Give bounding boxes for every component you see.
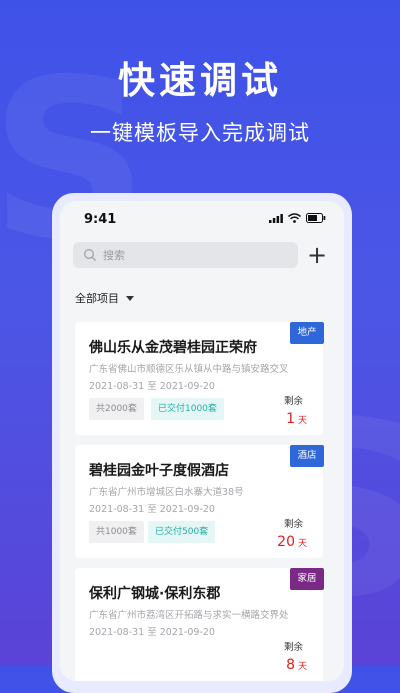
project-card[interactable]: 地产 佛山乐从金茂碧桂园正荣府 广东省佛山市顺德区乐从镇从中路与镇安路交叉 20…: [75, 322, 324, 435]
project-date-range: 2021-08-31 至 2021-09-20: [89, 627, 215, 638]
delivered-units-chip: 已交付500套: [148, 521, 216, 543]
remaining-label: 剩余: [283, 642, 303, 653]
add-button[interactable]: +: [306, 242, 328, 268]
day-unit: 天: [297, 539, 307, 549]
battery-icon: [306, 213, 326, 223]
project-title: 碧桂园金叶子度假酒店: [89, 463, 229, 479]
remaining-label: 剩余: [283, 396, 303, 407]
remaining-days: 8天: [286, 654, 307, 673]
project-date-range: 2021-08-31 至 2021-09-20: [89, 381, 215, 392]
search-input[interactable]: 搜索: [73, 242, 298, 268]
headline: 快速调试: [118, 59, 282, 102]
category-tag: 家居: [290, 568, 324, 590]
project-date-range: 2021-08-31 至 2021-09-20: [89, 504, 215, 515]
project-address: 广东省广州市增城区白水寨大道38号: [89, 487, 244, 498]
filter-label: 全部项目: [75, 292, 119, 305]
search-placeholder: 搜索: [103, 249, 125, 262]
day-unit: 天: [297, 416, 307, 426]
project-card[interactable]: 家居 保利广钢城·保利东郡 广东省广州市荔湾区开拓路与求实一横路交界处 2021…: [75, 568, 324, 681]
signal-icon: [269, 213, 283, 223]
wifi-icon: [288, 213, 301, 223]
project-address: 广东省佛山市顺德区乐从镇从中路与镇安路交叉: [89, 364, 289, 375]
project-title: 保利广钢城·保利东郡: [89, 586, 221, 602]
status-time: 9:41: [84, 212, 117, 227]
status-bar: 9:41: [60, 201, 344, 237]
project-card[interactable]: 酒店 碧桂园金叶子度假酒店 广东省广州市增城区白水寨大道38号 2021-08-…: [75, 445, 324, 558]
phone-screen: 9:41 搜索 + 全部项目 地产 佛山乐从金茂碧桂园正荣府 广东省佛山市顺德区…: [60, 201, 344, 681]
total-units-chip: 共1000套: [89, 521, 144, 543]
day-unit: 天: [297, 662, 307, 672]
remaining-days-value: 1: [286, 411, 295, 427]
chevron-down-icon: [126, 295, 134, 301]
project-filter-dropdown[interactable]: 全部项目: [75, 290, 134, 306]
remaining-days-value: 20: [277, 534, 295, 550]
remaining-days-value: 8: [286, 657, 295, 673]
delivered-units-chip: 已交付1000套: [151, 398, 224, 420]
project-title: 佛山乐从金茂碧桂园正荣府: [89, 340, 257, 356]
category-tag: 酒店: [290, 445, 324, 467]
remaining-days: 20 天: [277, 531, 307, 550]
total-units-chip: 共2000套: [89, 398, 144, 420]
remaining-label: 剩余: [283, 519, 303, 530]
remaining-days: 1天: [286, 408, 307, 427]
search-icon: [84, 249, 96, 261]
category-tag: 地产: [290, 322, 324, 344]
subheadline: 一键模板导入完成调试: [90, 121, 310, 145]
project-address: 广东省广州市荔湾区开拓路与求实一横路交界处: [89, 610, 289, 621]
status-icons: [269, 213, 326, 223]
